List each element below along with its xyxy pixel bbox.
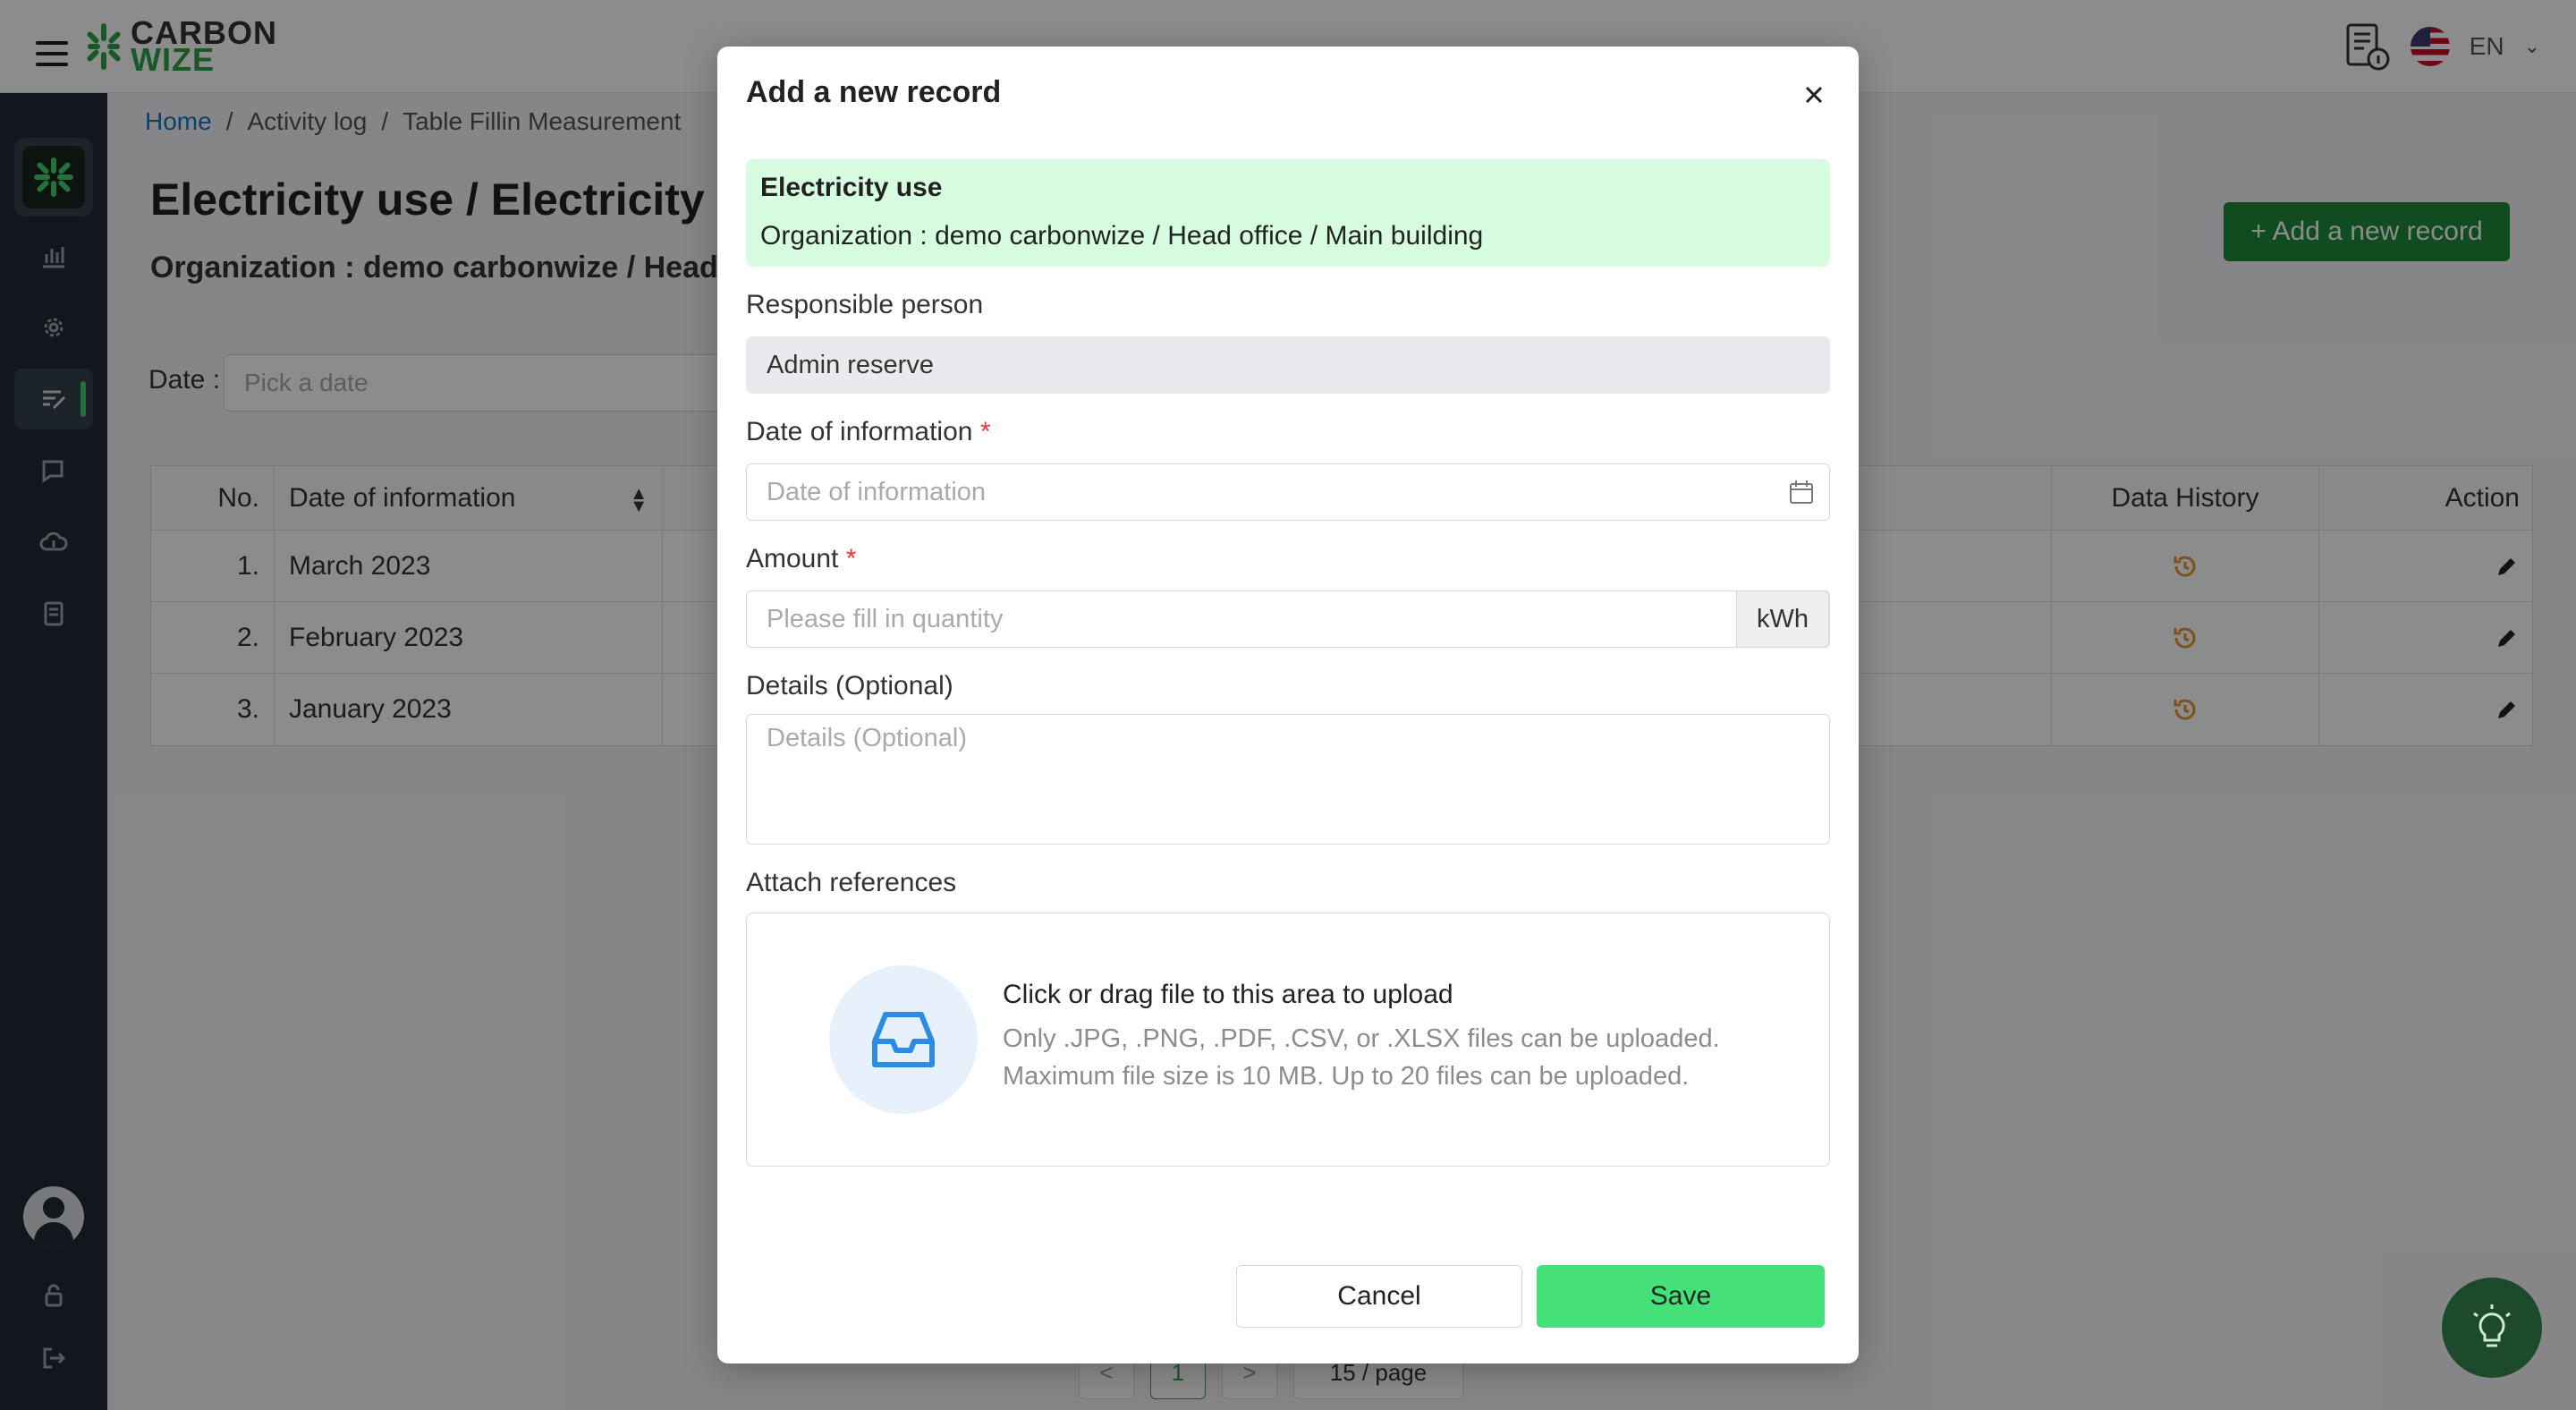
amount-field[interactable]: Please fill in quantity kWh: [746, 590, 1830, 648]
upload-hint: Only .JPG, .PNG, .PDF, .CSV, or .XLSX fi…: [1003, 1024, 1720, 1053]
upload-dropzone[interactable]: Click or drag file to this area to uploa…: [746, 913, 1830, 1167]
date-info-placeholder: Date of information: [767, 478, 987, 506]
required-mark: *: [845, 544, 857, 573]
modal-title: Add a new record: [746, 75, 1002, 109]
date-info-label: Date of information *: [746, 417, 991, 446]
calendar-icon[interactable]: [1788, 479, 1815, 505]
inbox-icon: [872, 1012, 935, 1067]
attach-label: Attach references: [746, 868, 957, 897]
amount-label: Amount *: [746, 544, 857, 573]
amount-unit: kWh: [1736, 590, 1829, 648]
date-info-field[interactable]: Date of information: [746, 463, 1830, 521]
details-label: Details (Optional): [746, 671, 953, 701]
tips-button[interactable]: [2442, 1278, 2542, 1378]
info-organization: Organization : demo carbonwize / Head of…: [760, 221, 1484, 251]
amount-placeholder: Please fill in quantity: [767, 605, 1004, 633]
lightbulb-icon: [2473, 1304, 2511, 1347]
record-info-box: Electricity use Organization : demo carb…: [746, 159, 1830, 267]
close-icon[interactable]: [1796, 77, 1832, 113]
add-record-modal: Add a new record Electricity use Organiz…: [717, 47, 1859, 1363]
upload-title: Click or drag file to this area to uploa…: [1003, 980, 1453, 1009]
responsible-field: Admin reserve: [746, 336, 1830, 394]
upload-hint: Maximum file size is 10 MB. Up to 20 fil…: [1003, 1062, 1690, 1091]
responsible-label: Responsible person: [746, 290, 984, 319]
cancel-button[interactable]: Cancel: [1236, 1265, 1522, 1328]
save-button[interactable]: Save: [1537, 1265, 1825, 1328]
required-mark: *: [979, 417, 991, 446]
info-title: Electricity use: [760, 173, 943, 202]
details-textarea[interactable]: Details (Optional): [746, 714, 1830, 845]
